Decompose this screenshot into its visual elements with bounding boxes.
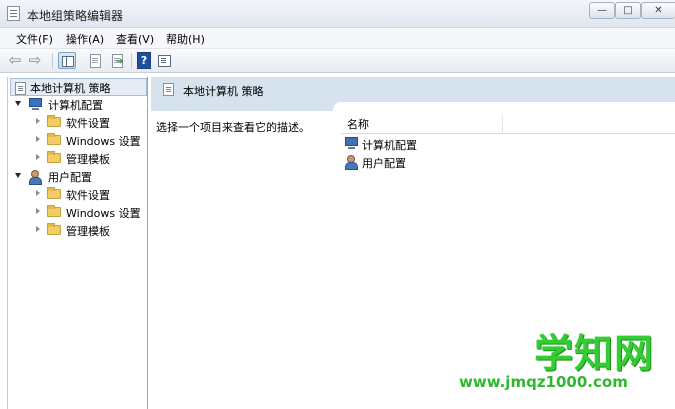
toolbar: ⇦ ⇨ ➜ ? <box>0 48 675 73</box>
computer-icon <box>345 137 361 150</box>
tree-item-label: Windows 设置 <box>66 135 141 148</box>
menu-bar: 文件(F) 操作(A) 查看(V) 帮助(H) <box>0 28 675 48</box>
tree-item-label: 软件设置 <box>66 189 110 202</box>
standard-view-tab <box>333 102 675 111</box>
policy-icon <box>163 83 174 96</box>
tree-root-label: 本地计算机 策略 <box>30 82 111 95</box>
list-item-user-config[interactable]: 用户配置 <box>345 153 545 171</box>
toolbar-separator <box>52 53 53 69</box>
tree-item-computer-software[interactable]: 软件设置 <box>8 113 147 131</box>
tree-item-user-config[interactable]: 用户配置 <box>8 167 147 185</box>
menu-file[interactable]: 文件(F) <box>16 31 53 47</box>
computer-icon <box>29 98 45 111</box>
folder-icon <box>47 223 61 235</box>
tree-item-label: 管理模板 <box>66 225 110 238</box>
tree-item-computer-admin-templates[interactable]: 管理模板 <box>8 149 147 167</box>
collapse-arrow-icon[interactable] <box>36 154 40 160</box>
watermark-title: 学知网 <box>534 332 655 377</box>
tree-item-local-computer-policy[interactable]: 本地计算机 策略 <box>10 78 147 96</box>
extended-view-icon[interactable] <box>155 52 173 69</box>
watermark-url: www.jmqz1000.com <box>459 373 628 391</box>
list-item-label: 用户配置 <box>362 157 406 170</box>
collapse-arrow-icon[interactable] <box>36 190 40 196</box>
menu-help[interactable]: 帮助(H) <box>166 31 205 47</box>
tree-item-user-software[interactable]: 软件设置 <box>8 185 147 203</box>
folder-icon <box>47 151 61 163</box>
users-icon <box>345 154 361 170</box>
forward-icon[interactable]: ⇨ <box>26 52 44 69</box>
tree-item-user-windows[interactable]: Windows 设置 <box>8 203 147 221</box>
collapse-arrow-icon[interactable] <box>36 208 40 214</box>
tree-item-label: Windows 设置 <box>66 207 141 220</box>
folder-icon <box>47 115 61 127</box>
close-button[interactable]: ✕ <box>641 2 675 19</box>
help-icon[interactable]: ? <box>137 52 151 69</box>
column-header-name[interactable]: 名称 <box>347 116 369 132</box>
minimize-button[interactable]: — <box>589 2 615 19</box>
header-band-extension <box>151 102 343 111</box>
export-list-icon[interactable]: ➜ <box>108 52 126 69</box>
show-hide-tree-icon[interactable] <box>58 52 76 69</box>
list-item-label: 计算机配置 <box>362 139 417 152</box>
folder-icon <box>47 205 61 217</box>
menu-view[interactable]: 查看(V) <box>116 31 154 47</box>
tree-pane[interactable]: 本地计算机 策略 计算机配置 软件设置 Windows 设置 管理模板 用户配置 <box>7 77 148 409</box>
expand-arrow-icon[interactable] <box>15 173 21 178</box>
tree-item-user-admin-templates[interactable]: 管理模板 <box>8 221 147 239</box>
tree-item-label: 软件设置 <box>66 117 110 130</box>
collapse-arrow-icon[interactable] <box>36 118 40 124</box>
collapse-arrow-icon[interactable] <box>36 136 40 142</box>
title-bar[interactable]: 本地组策略编辑器 — □ ✕ <box>0 0 675 28</box>
menu-action[interactable]: 操作(A) <box>66 31 104 47</box>
column-separator[interactable] <box>502 115 503 132</box>
back-icon[interactable]: ⇦ <box>6 52 24 69</box>
tree-item-label: 用户配置 <box>48 171 92 184</box>
policy-icon <box>15 82 26 95</box>
folder-icon <box>47 187 61 199</box>
collapse-arrow-icon[interactable] <box>36 226 40 232</box>
maximize-button[interactable]: □ <box>615 2 641 19</box>
users-icon <box>29 169 45 185</box>
toolbar-separator <box>131 53 132 69</box>
tree-item-label: 计算机配置 <box>48 99 103 112</box>
content-header: 本地计算机 策略 <box>151 77 675 103</box>
tree-item-computer-config[interactable]: 计算机配置 <box>8 95 147 113</box>
window-title: 本地组策略编辑器 <box>27 9 124 23</box>
description-text: 选择一个项目来查看它的描述。 <box>156 121 310 134</box>
group-policy-editor-window: 本地组策略编辑器 — □ ✕ 文件(F) 操作(A) 查看(V) 帮助(H) ⇦… <box>0 0 675 409</box>
watermark: 学知网 www.jmqz1000.com <box>459 323 669 403</box>
properties-icon[interactable] <box>86 52 104 69</box>
expand-arrow-icon[interactable] <box>15 101 21 106</box>
tree-item-label: 管理模板 <box>66 153 110 166</box>
content-header-title: 本地计算机 策略 <box>183 85 264 98</box>
app-icon <box>7 6 20 21</box>
list-item-computer-config[interactable]: 计算机配置 <box>345 135 545 153</box>
column-header-row: 名称 <box>341 114 675 134</box>
folder-icon <box>47 133 61 145</box>
tree-item-computer-windows[interactable]: Windows 设置 <box>8 131 147 149</box>
